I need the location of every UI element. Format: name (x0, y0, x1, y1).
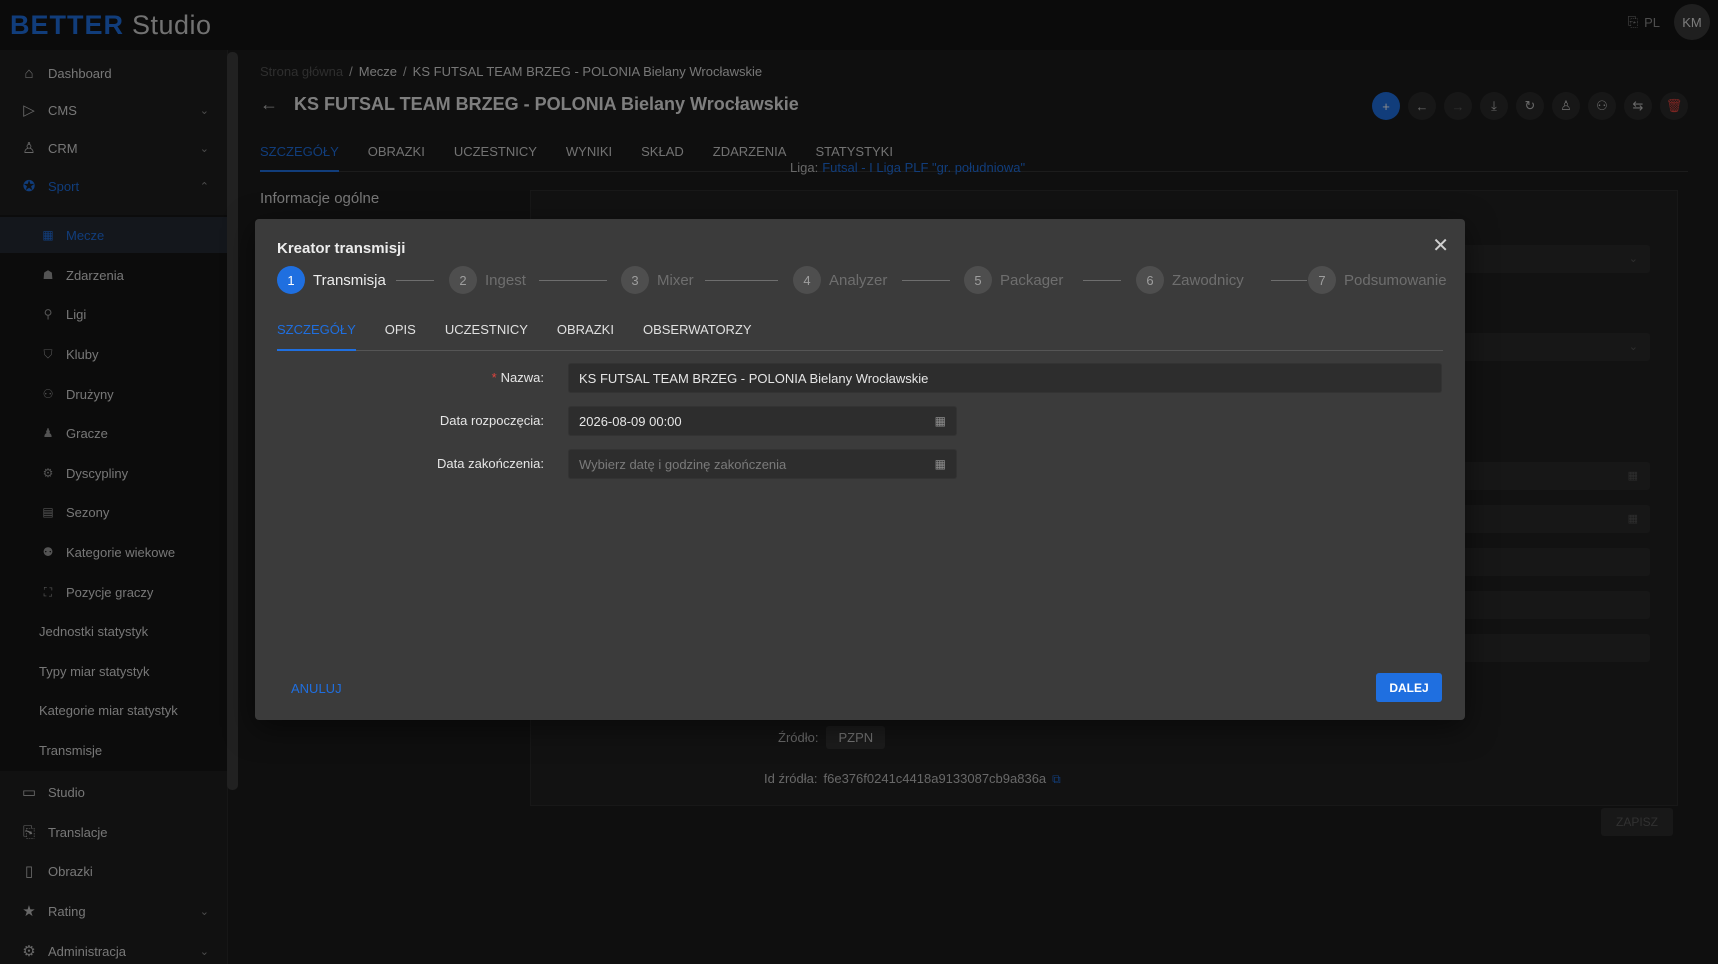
end-date-label: Data zakończenia: (437, 456, 544, 471)
step-label: Zawodnicy (1172, 271, 1244, 289)
close-icon[interactable]: ✕ (1432, 233, 1449, 258)
required-marker: * (491, 370, 497, 385)
step-label: Mixer (657, 271, 694, 289)
step-connector (539, 280, 607, 281)
end-date-row: Data zakończenia: Wybierz datę i godzinę… (255, 449, 1465, 479)
step-label: Podsumowanie (1344, 271, 1447, 289)
step-1[interactable]: 1 Transmisja (277, 266, 386, 294)
step-7[interactable]: 7 Podsumowanie (1308, 266, 1447, 294)
step-connector (902, 280, 950, 281)
step-number: 2 (449, 266, 477, 294)
next-button[interactable]: DALEJ (1376, 673, 1442, 702)
step-connector (396, 280, 434, 281)
calendar-icon[interactable]: ▦ (935, 414, 946, 428)
step-label: Transmisja (313, 271, 386, 289)
name-label-text: Nazwa (500, 370, 541, 385)
modal-tab-uczestnicy[interactable]: UCZESTNICY (445, 322, 528, 351)
start-date-value: 2026-08-09 00:00 (579, 414, 682, 429)
step-label: Analyzer (829, 271, 888, 289)
start-date-label: Data rozpoczęcia: (439, 413, 544, 428)
step-5[interactable]: 5 Packager (964, 266, 1063, 294)
step-number: 4 (793, 266, 821, 294)
step-number: 1 (277, 266, 305, 294)
step-connector (1271, 280, 1307, 281)
step-2[interactable]: 2 Ingest (449, 266, 526, 294)
name-row: * Nazwa: KS FUTSAL TEAM BRZEG - POLONIA B… (255, 363, 1465, 393)
broadcast-wizard-modal: Kreator transmisji ✕ 1 Transmisja 2 Inge… (255, 219, 1465, 720)
step-connector (705, 280, 778, 281)
modal-tab-opis[interactable]: OPIS (385, 322, 416, 351)
step-4[interactable]: 4 Analyzer (793, 266, 887, 294)
modal-tab-obrazki[interactable]: OBRAZKI (557, 322, 614, 351)
cancel-button[interactable]: ANULUJ (291, 681, 342, 696)
end-date-placeholder: Wybierz datę i godzinę zakończenia (579, 457, 787, 472)
name-label: * Nazwa: (491, 370, 544, 385)
calendar-icon[interactable]: ▦ (935, 457, 946, 471)
step-number: 7 (1308, 266, 1336, 294)
modal-tab-obserwatorzy[interactable]: OBSERWATORZY (643, 322, 752, 351)
start-date-label-text: Data rozpoczęcia (439, 413, 541, 428)
start-date-input[interactable]: 2026-08-09 00:00 ▦ (568, 406, 957, 436)
name-input[interactable]: KS FUTSAL TEAM BRZEG - POLONIA Bielany W… (568, 363, 1442, 393)
wizard-steps: 1 Transmisja 2 Ingest 3 Mixer 4 Analyzer… (277, 266, 1447, 296)
modal-tabs: SZCZEGÓŁY OPIS UCZESTNICY OBRAZKI OBSERW… (277, 322, 1443, 351)
modal-title: Kreator transmisji (277, 240, 406, 257)
step-label: Packager (1000, 271, 1064, 289)
step-6[interactable]: 6 Zawodnicy (1136, 266, 1244, 294)
end-date-label-text: Data zakończenia (437, 456, 541, 471)
step-number: 5 (964, 266, 992, 294)
step-number: 6 (1136, 266, 1164, 294)
end-date-input[interactable]: Wybierz datę i godzinę zakończenia ▦ (568, 449, 957, 479)
step-3[interactable]: 3 Mixer (621, 266, 694, 294)
modal-tab-szczegoly[interactable]: SZCZEGÓŁY (277, 322, 356, 351)
start-date-row: Data rozpoczęcia: 2026-08-09 00:00 ▦ (255, 406, 1465, 436)
step-connector (1083, 280, 1121, 281)
step-label: Ingest (485, 271, 526, 289)
step-number: 3 (621, 266, 649, 294)
